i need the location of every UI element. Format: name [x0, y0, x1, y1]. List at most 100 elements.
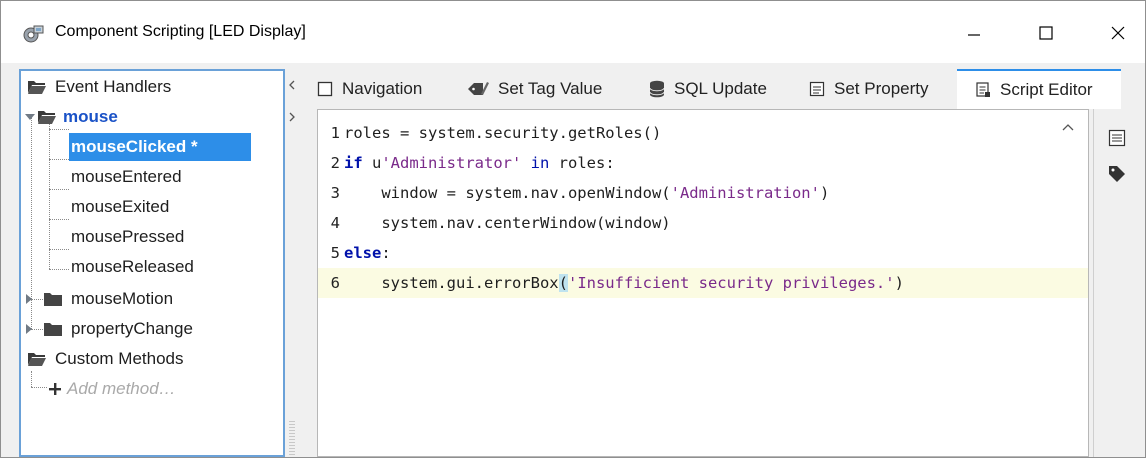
- tree-item-label: propertyChange: [71, 319, 193, 338]
- code-token: :: [381, 244, 391, 262]
- tree-connector: [49, 269, 69, 270]
- code-text: system.gui.errorBox('Insufficient securi…: [344, 274, 904, 292]
- code-token: roles:: [549, 154, 615, 172]
- tree-item-custom-methods[interactable]: Custom Methods: [27, 345, 184, 373]
- editor-tool-sidebar: [1093, 109, 1138, 457]
- tab-label: SQL Update: [674, 79, 767, 98]
- line-number: 3: [330, 184, 340, 202]
- open-folder-icon: [37, 109, 57, 125]
- tab-set-tag-value[interactable]: Set Tag Value: [467, 69, 602, 109]
- action-tabs: Navigation Set Tag Value SQL Update Set …: [301, 69, 1121, 109]
- tree-item-label: Custom Methods: [55, 349, 184, 368]
- string-literal: 'Administrator': [381, 154, 522, 172]
- open-folder-icon: [27, 351, 47, 367]
- line-number: 1: [330, 124, 340, 142]
- keyword: else: [344, 244, 382, 262]
- tab-script-editor[interactable]: Script Editor: [957, 69, 1121, 109]
- minimize-icon: [968, 34, 980, 36]
- code-token: window = system.nav.openWindow(: [344, 184, 671, 202]
- code-line[interactable]: 1 roles = system.security.getRoles(): [318, 118, 1088, 148]
- code-token: ): [894, 274, 904, 292]
- folder-icon: [43, 321, 63, 337]
- tree-item-label: mouseClicked *: [71, 137, 198, 156]
- keyword: if: [344, 154, 363, 172]
- script-icon: [975, 82, 991, 98]
- tree-item-propertychange[interactable]: propertyChange: [25, 315, 193, 343]
- expanded-arrow-icon: [25, 107, 35, 127]
- tree-item-mouseexited[interactable]: mouseExited: [71, 193, 169, 221]
- script-editor[interactable]: 1 roles = system.security.getRoles() 2 if …: [317, 109, 1089, 457]
- string-literal: 'Insufficient security privileges.': [567, 274, 895, 292]
- list-icon[interactable]: [1108, 129, 1126, 147]
- collapse-left-icon: [289, 80, 295, 90]
- keyword: in: [530, 154, 550, 172]
- minimize-button[interactable]: [951, 13, 997, 53]
- component-scripting-window: Component Scripting [LED Display] Event: [0, 0, 1146, 458]
- code-line[interactable]: 6 system.gui.errorBox('Insufficient secu…: [318, 268, 1088, 298]
- panel-splitter[interactable]: [287, 67, 297, 457]
- tab-navigation[interactable]: Navigation: [317, 69, 422, 109]
- line-number: 4: [330, 214, 340, 232]
- tree-item-event-handlers[interactable]: Event Handlers: [27, 73, 171, 101]
- code-text: window = system.nav.openWindow('Administ…: [344, 184, 829, 202]
- tree-item-label: mouseMotion: [71, 289, 174, 308]
- tree-item-mouseclicked[interactable]: mouseClicked *: [69, 133, 251, 161]
- tree-connector: [49, 249, 69, 250]
- tree-item-label: Event Handlers: [55, 77, 172, 96]
- tree-connector: [49, 219, 69, 220]
- tree-item-mousepressed[interactable]: mousePressed: [71, 223, 184, 251]
- code-token: (: [558, 274, 568, 292]
- code-token: roles = system.security.getRoles(): [344, 124, 662, 142]
- tab-label: Script Editor: [1000, 80, 1093, 99]
- tag-icon[interactable]: [1108, 165, 1126, 183]
- code-line[interactable]: 4 system.nav.centerWindow(window): [318, 208, 1088, 238]
- code-token: system.nav.centerWindow(window): [344, 214, 671, 232]
- code-text: if u'Administrator' in roles:: [344, 154, 615, 172]
- scroll-up-arrow-icon[interactable]: [1058, 118, 1078, 138]
- splitter-grip[interactable]: [289, 421, 295, 457]
- code-line[interactable]: 2 if u'Administrator' in roles:: [318, 148, 1088, 178]
- tree-item-mousereleased[interactable]: mouseReleased: [71, 253, 194, 281]
- string-literal: 'Administration': [670, 184, 820, 202]
- code-line[interactable]: 5 else:: [318, 238, 1088, 268]
- property-icon: [809, 81, 825, 97]
- add-method-item[interactable]: Add method…: [49, 375, 176, 403]
- component-gear-icon: [21, 23, 45, 47]
- folder-icon: [43, 291, 63, 307]
- tag-pen-icon: [467, 80, 489, 98]
- collapsed-arrow-icon: [25, 319, 33, 339]
- tree-item-label: mouseExited: [71, 197, 170, 216]
- maximize-button[interactable]: [1023, 13, 1069, 53]
- add-method-label: Add method…: [67, 379, 176, 398]
- code-token: system.gui.errorBox: [344, 274, 559, 292]
- close-button[interactable]: [1095, 13, 1141, 53]
- line-number: 6: [330, 274, 340, 292]
- tree-connector: [31, 387, 47, 388]
- code-token: u: [362, 154, 382, 172]
- tree-item-mouseentered[interactable]: mouseEntered: [71, 163, 182, 191]
- open-folder-icon: [27, 79, 47, 95]
- checkbox-icon: [317, 81, 333, 97]
- expand-right-icon: [289, 112, 295, 122]
- code-token: ): [819, 184, 830, 202]
- code-line[interactable]: 3 window = system.nav.openWindow('Admini…: [318, 178, 1088, 208]
- title-bar: Component Scripting [LED Display]: [1, 1, 1145, 63]
- window-title: Component Scripting [LED Display]: [55, 23, 306, 40]
- line-number: 2: [330, 154, 340, 172]
- tree-item-mousemotion[interactable]: mouseMotion: [25, 285, 173, 313]
- tab-label: Set Tag Value: [498, 79, 603, 98]
- code-text: system.nav.centerWindow(window): [344, 214, 671, 232]
- code-text: else:: [344, 244, 391, 262]
- line-number: 5: [330, 244, 340, 262]
- tree-connector: [49, 189, 69, 190]
- tab-sql-update[interactable]: SQL Update: [649, 69, 767, 109]
- event-handler-tree[interactable]: Event Handlers mouse mouseClicked * mous…: [19, 69, 285, 457]
- tab-set-property[interactable]: Set Property: [809, 69, 929, 109]
- database-icon: [649, 80, 665, 98]
- tree-connector: [31, 371, 32, 387]
- tab-label: Navigation: [342, 79, 423, 98]
- tree-connector: [49, 117, 50, 269]
- tree-item-mouse[interactable]: mouse: [25, 103, 118, 131]
- maximize-icon: [1039, 26, 1053, 40]
